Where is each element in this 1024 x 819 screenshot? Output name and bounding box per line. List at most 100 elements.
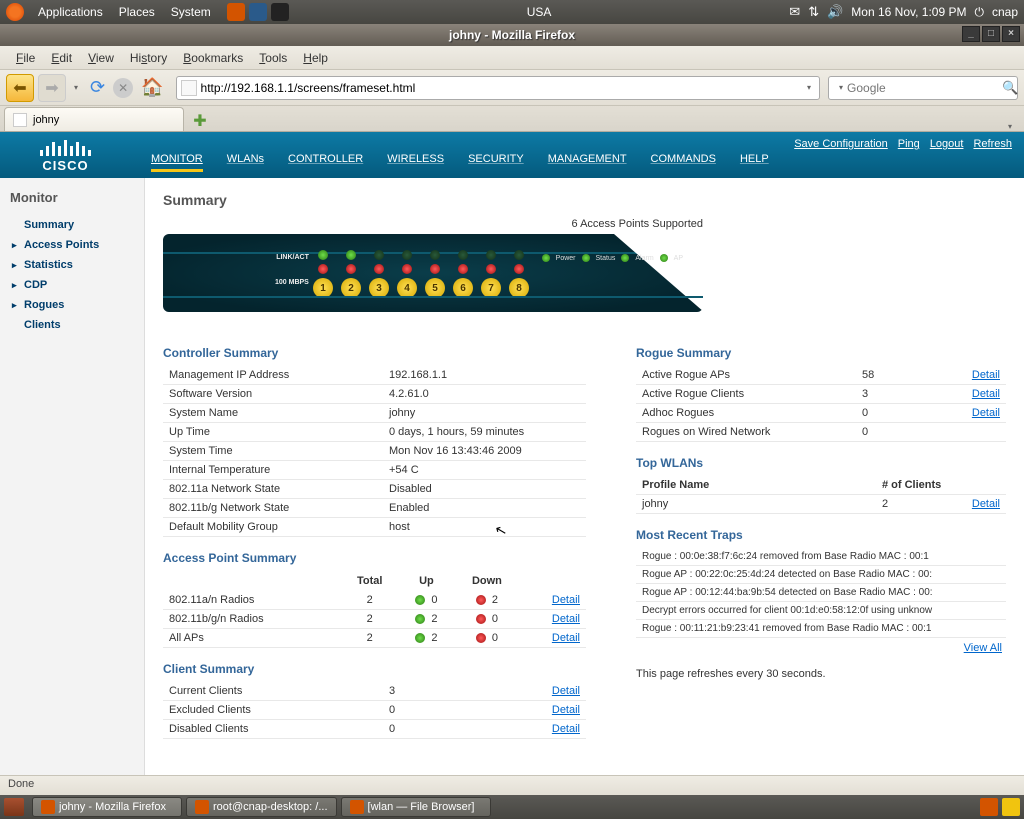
tray-trash-icon[interactable] (1002, 798, 1020, 816)
new-tab-button[interactable]: ✚ (188, 111, 212, 131)
reload-button[interactable]: ⟳ (86, 77, 109, 98)
taskbar-button[interactable]: root@cnap-desktop: /... (186, 797, 337, 817)
sidebar-item-access-points[interactable]: Access Points (0, 235, 144, 255)
detail-link[interactable]: Detail (552, 594, 580, 606)
menu-history[interactable]: History (122, 51, 175, 65)
traps-list: Rogue : 00:0e:38:f7:6c:24 removed from B… (636, 548, 1006, 638)
mail-icon[interactable]: ✉ (789, 4, 800, 20)
link-ping[interactable]: Ping (898, 138, 920, 150)
home-button[interactable]: 🏠 (137, 77, 167, 98)
port-5-link-led-icon (430, 250, 440, 260)
nav-wireless[interactable]: WIRELESS (387, 153, 444, 172)
gnome-menu-applications[interactable]: Applications (30, 5, 111, 19)
taskbar-button[interactable]: [wlan — File Browser] (341, 797, 491, 817)
url-dropdown-icon[interactable]: ▾ (803, 83, 815, 92)
controller-summary-title: Controller Summary (163, 346, 586, 360)
power-icon[interactable]: ⏻ (974, 5, 984, 20)
back-button[interactable]: ⬅ (6, 74, 34, 102)
port-2: 2 (341, 250, 361, 298)
search-bar[interactable]: ▾ 🔍 (828, 76, 1018, 100)
port-4: 4 (397, 250, 417, 298)
show-desktop-button[interactable] (4, 798, 24, 816)
app-icon (41, 800, 55, 814)
firefox-statusbar: Done (0, 775, 1024, 795)
evolution-launcher-icon[interactable] (249, 3, 267, 21)
nav-commands[interactable]: COMMANDS (651, 153, 716, 172)
view-all-link[interactable]: View All (964, 642, 1002, 654)
menu-view[interactable]: View (80, 51, 122, 65)
detail-link[interactable]: Detail (552, 685, 580, 697)
menu-help[interactable]: Help (295, 51, 336, 65)
firefox-tabbar: johny ✚ ▾ (0, 106, 1024, 132)
detail-link[interactable]: Detail (972, 498, 1000, 510)
detail-link[interactable]: Detail (552, 613, 580, 625)
menu-bookmarks[interactable]: Bookmarks (175, 51, 251, 65)
detail-link[interactable]: Detail (972, 369, 1000, 381)
firefox-menubar: File Edit View History Bookmarks Tools H… (0, 46, 1024, 70)
detail-link[interactable]: Detail (972, 407, 1000, 419)
up-dot-icon (415, 595, 425, 605)
link-refresh[interactable]: Refresh (973, 138, 1012, 150)
menu-tools[interactable]: Tools (251, 51, 295, 65)
port-6-label: 6 (453, 278, 473, 298)
nav-wlans[interactable]: WLANs (227, 153, 264, 172)
table-row: All APs 2 2 0 Detail (163, 629, 586, 648)
table-row: 802.11b/g Network StateEnabled (163, 499, 586, 518)
sidebar-title: Monitor (0, 190, 144, 215)
user-menu[interactable]: cnap (992, 5, 1018, 19)
sidebar-item-statistics[interactable]: Statistics (0, 255, 144, 275)
nav-monitor[interactable]: MONITOR (151, 153, 203, 172)
detail-link[interactable]: Detail (552, 704, 580, 716)
network-icon[interactable]: ⇅ (808, 4, 819, 20)
clock[interactable]: Mon 16 Nov, 1:09 PM (851, 5, 966, 19)
nav-security[interactable]: SECURITY (468, 153, 524, 172)
url-bar[interactable]: ▾ (176, 76, 820, 100)
search-input[interactable] (847, 81, 1002, 95)
port-3-speed-led-icon (374, 264, 384, 274)
nav-controller[interactable]: CONTROLLER (288, 153, 363, 172)
browser-tab[interactable]: johny (4, 107, 184, 131)
nav-management[interactable]: MANAGEMENT (548, 153, 627, 172)
firefox-launcher-icon[interactable] (227, 3, 245, 21)
port-3: 3 (369, 250, 389, 298)
terminal-launcher-icon[interactable] (271, 3, 289, 21)
sidebar-item-summary[interactable]: Summary (0, 215, 144, 235)
url-input[interactable] (201, 81, 803, 95)
ubuntu-logo-icon[interactable] (6, 3, 24, 21)
detail-link[interactable]: Detail (552, 632, 580, 644)
sidebar-item-rogues[interactable]: Rogues (0, 295, 144, 315)
site-identity-icon[interactable] (181, 80, 197, 96)
forward-button[interactable]: ➡ (38, 74, 66, 102)
sidebar-item-cdp[interactable]: CDP (0, 275, 144, 295)
detail-link[interactable]: Detail (972, 388, 1000, 400)
table-row: Active Rogue APs58Detail (636, 366, 1006, 385)
detail-link[interactable]: Detail (552, 723, 580, 735)
close-button[interactable]: × (1002, 26, 1020, 42)
menu-file[interactable]: File (8, 51, 43, 65)
port-6-link-led-icon (458, 250, 468, 260)
history-dropdown-icon[interactable]: ▾ (70, 83, 82, 92)
link-logout[interactable]: Logout (930, 138, 964, 150)
stop-button[interactable]: ✕ (113, 78, 133, 98)
controller-summary-table: Management IP Address192.168.1.1Software… (163, 366, 586, 537)
search-go-icon[interactable]: 🔍 (1002, 80, 1018, 96)
traps-title: Most Recent Traps (636, 528, 1006, 542)
gnome-menu-system[interactable]: System (163, 5, 219, 19)
keyboard-layout-indicator[interactable]: USA (527, 5, 552, 19)
menu-edit[interactable]: Edit (43, 51, 80, 65)
maximize-button[interactable]: □ (982, 26, 1000, 42)
list-all-tabs-icon[interactable]: ▾ (1000, 122, 1020, 131)
taskbar-button[interactable]: johny - Mozilla Firefox (32, 797, 182, 817)
minimize-button[interactable]: _ (962, 26, 980, 42)
top-wlans-table: Profile Name# of Clientsjohny2Detail (636, 476, 1006, 514)
search-engine-dropdown-icon[interactable]: ▾ (835, 83, 847, 92)
tray-icon[interactable] (980, 798, 998, 816)
sidebar-item-clients[interactable]: Clients (0, 315, 144, 335)
switch-graphic: LINK/ACT 100 MBPS 12345678 Power Status … (163, 234, 703, 312)
cisco-body: Monitor SummaryAccess PointsStatisticsCD… (0, 178, 1024, 775)
table-row: System TimeMon Nov 16 13:43:46 2009 (163, 442, 586, 461)
gnome-menu-places[interactable]: Places (111, 5, 163, 19)
nav-help[interactable]: HELP (740, 153, 769, 172)
link-save-config[interactable]: Save Configuration (794, 138, 888, 150)
volume-icon[interactable]: 🔊 (827, 4, 843, 20)
